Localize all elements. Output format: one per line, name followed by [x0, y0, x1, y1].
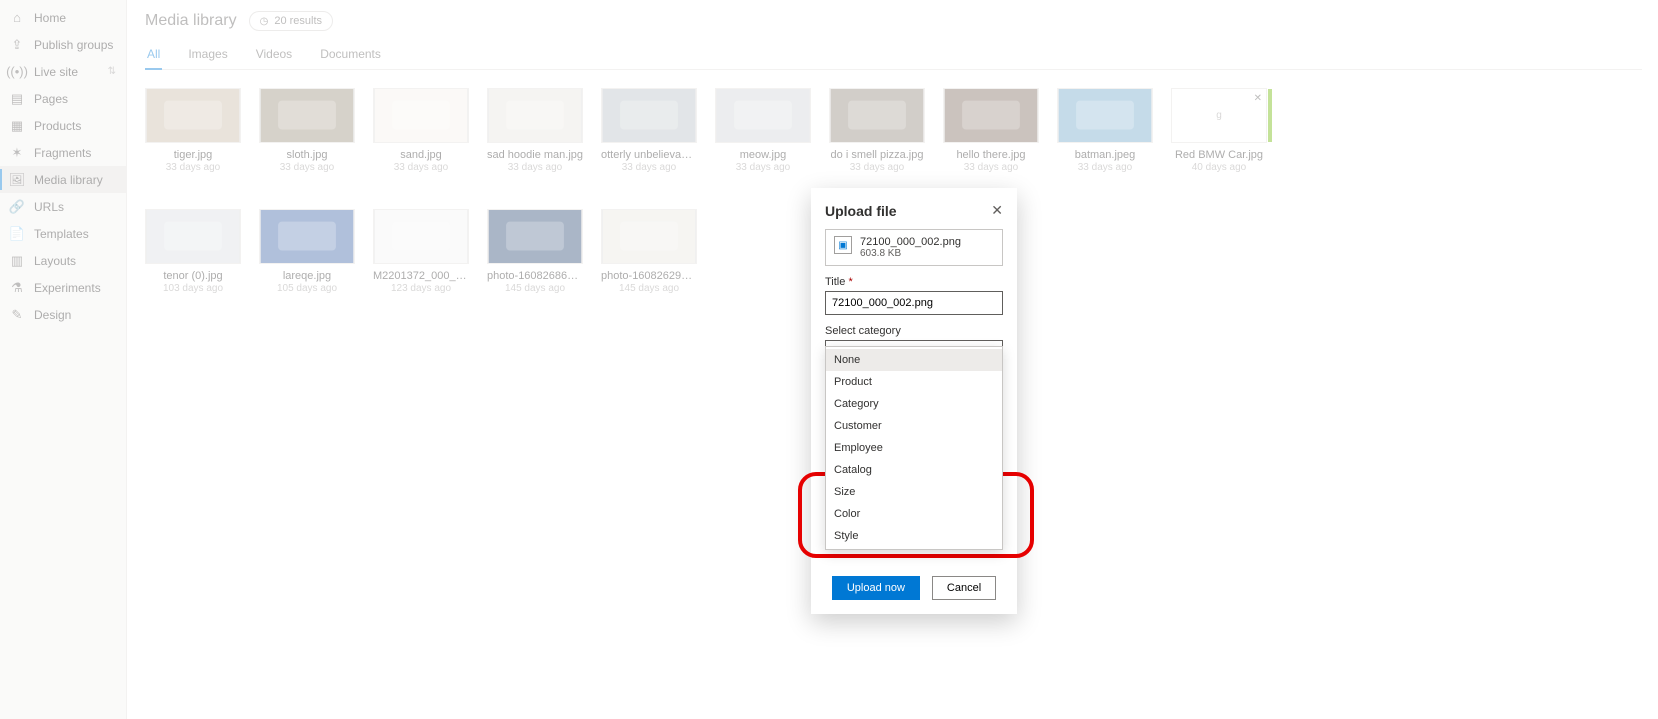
title-label-text: Title [825, 276, 845, 288]
file-name: 72100_000_002.png [860, 236, 961, 248]
category-option-employee[interactable]: Employee [826, 437, 1002, 459]
category-label: Select category [825, 325, 1003, 337]
category-option-size[interactable]: Size [826, 481, 1002, 503]
category-option-category[interactable]: Category [826, 393, 1002, 415]
category-option-catalog[interactable]: Catalog [826, 459, 1002, 481]
category-option-product[interactable]: Product [826, 371, 1002, 393]
modal-title: Upload file [825, 203, 897, 219]
category-option-customer[interactable]: Customer [826, 415, 1002, 437]
title-input[interactable] [825, 291, 1003, 315]
title-label: Title * [825, 276, 1003, 288]
file-chip: ▣ 72100_000_002.png 603.8 KB [825, 229, 1003, 266]
upload-now-button[interactable]: Upload now [832, 576, 920, 600]
image-file-icon: ▣ [834, 236, 852, 254]
required-mark: * [848, 276, 852, 288]
category-option-style[interactable]: Style [826, 525, 1002, 547]
category-dropdown: NoneProductCategoryCustomerEmployeeCatal… [825, 346, 1003, 550]
cancel-button[interactable]: Cancel [932, 576, 996, 600]
upload-file-modal: Upload file ✕ ▣ 72100_000_002.png 603.8 … [811, 188, 1017, 614]
file-size: 603.8 KB [860, 248, 961, 259]
category-option-color[interactable]: Color [826, 503, 1002, 525]
category-option-none[interactable]: None [826, 349, 1002, 371]
close-icon[interactable]: ✕ [991, 202, 1003, 219]
